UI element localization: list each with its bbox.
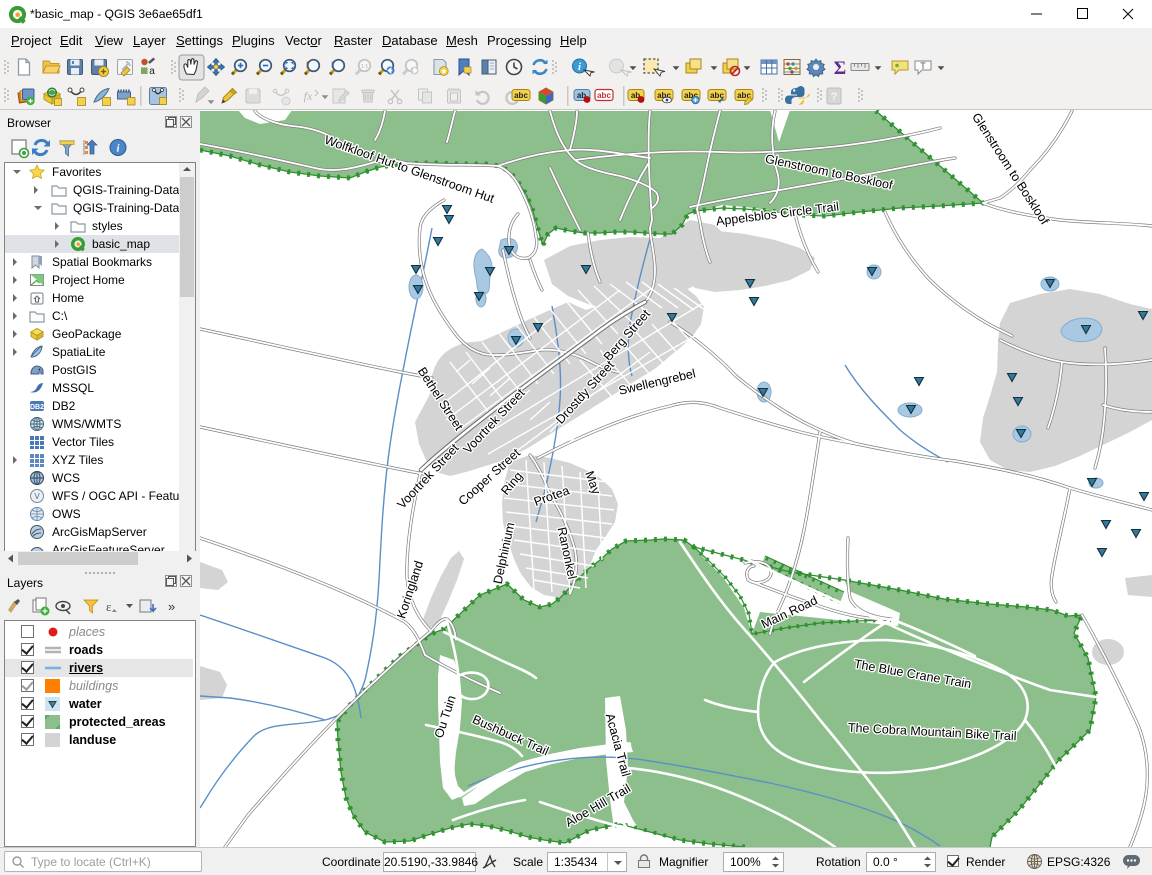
svg-text:V: V bbox=[34, 492, 40, 501]
svg-text:1:1: 1:1 bbox=[361, 64, 369, 70]
svg-text:a: a bbox=[149, 66, 155, 77]
svg-text:?: ? bbox=[831, 91, 838, 103]
svg-text:ε: ε bbox=[106, 599, 112, 614]
svg-text:DB2: DB2 bbox=[30, 404, 44, 411]
svg-text:fx: fx bbox=[304, 89, 313, 103]
svg-text:»: » bbox=[168, 599, 175, 614]
svg-text:T: T bbox=[920, 61, 926, 71]
svg-text:Σ: Σ bbox=[834, 58, 846, 79]
svg-text:abc: abc bbox=[597, 91, 611, 100]
